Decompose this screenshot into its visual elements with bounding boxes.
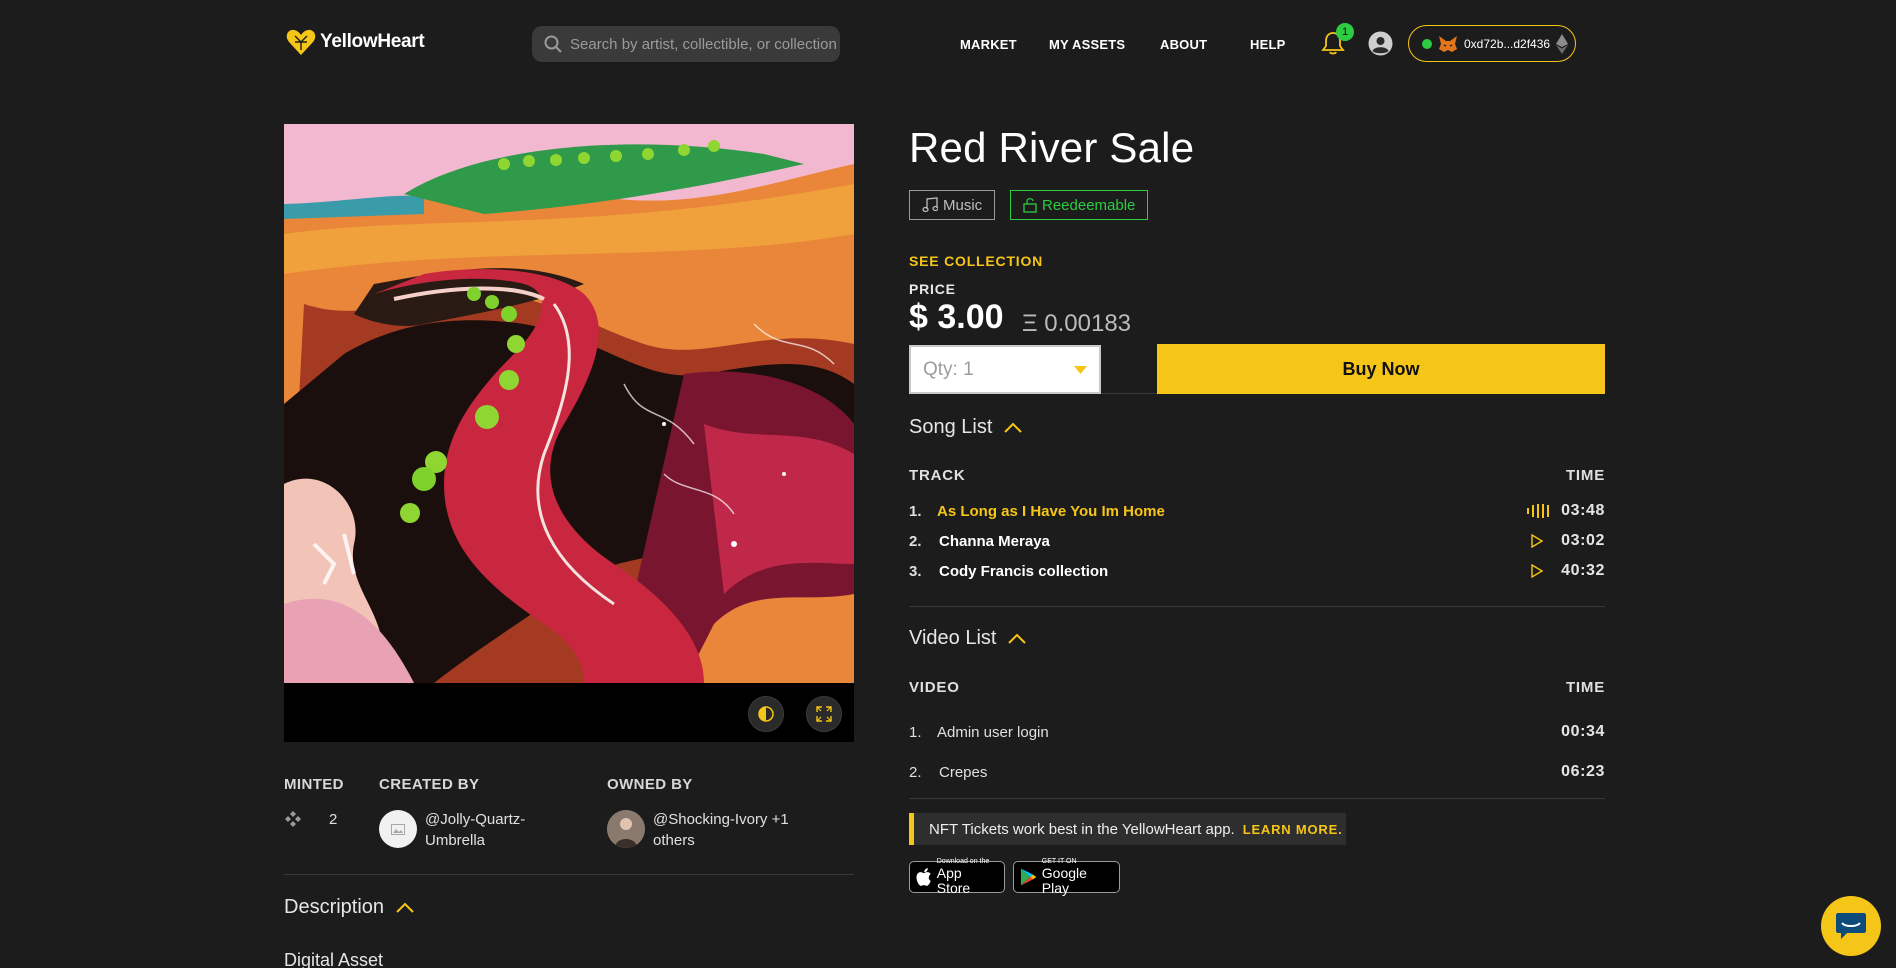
nav-help[interactable]: HELP [1250, 37, 1285, 52]
chat-bubble-icon [1836, 913, 1866, 939]
metamask-fox-icon [1439, 35, 1457, 52]
item-title: Red River Sale [909, 124, 1195, 171]
google-play-big-text: Google Play [1041, 865, 1087, 896]
owned-by-label: OWNED BY [607, 776, 693, 793]
banner-text: NFT Tickets work best in the YellowHeart… [929, 820, 1235, 838]
music-note-icon [922, 197, 938, 213]
creator-name[interactable]: @Jolly-Quartz-Umbrella [425, 809, 555, 851]
song-list-title: Song List [909, 416, 993, 438]
notification-badge: 1 [1336, 23, 1354, 41]
caret-down-icon [1074, 365, 1087, 374]
top-header: YellowHeart MARKET MY ASSETS ABOUT HELP … [0, 0, 1896, 88]
app-store-big-text: App Store [936, 865, 971, 896]
nav-about[interactable]: ABOUT [1160, 37, 1207, 52]
minted-count: 2 [329, 811, 338, 828]
description-toggle[interactable]: Description [284, 896, 414, 919]
video-time-column-header: TIME [1565, 679, 1605, 696]
expand-icon [816, 706, 832, 722]
description-text: Digital Asset [284, 950, 384, 968]
song-list-toggle[interactable]: Song List [909, 416, 1023, 439]
play-icon[interactable] [1530, 534, 1544, 548]
song-list-divider [909, 606, 1605, 607]
artwork-viewer [284, 124, 854, 742]
price-label: PRICE [909, 281, 956, 297]
created-by-label: CREATED BY [379, 776, 480, 793]
heart-logo-icon [286, 29, 316, 55]
tag-redeemable[interactable]: Reedeemable [1010, 190, 1149, 220]
nav-my-assets[interactable]: MY ASSETS [1049, 37, 1125, 52]
track-title-playing[interactable]: As Long as I Have You Im Home [937, 503, 1165, 520]
search-icon [544, 35, 562, 53]
track-number: 1. [909, 503, 922, 520]
video-duration: 00:34 [1561, 723, 1605, 740]
track-number: 3. [909, 563, 922, 580]
user-profile-icon[interactable] [1368, 31, 1393, 56]
see-collection-link[interactable]: SEE COLLECTION [909, 253, 1043, 269]
video-number: 2. [909, 764, 922, 781]
tag-music-label: Music [943, 196, 983, 214]
image-placeholder-icon [391, 823, 405, 835]
logo[interactable]: YellowHeart [286, 28, 425, 56]
tag-music[interactable]: Music [909, 190, 996, 220]
apple-icon [916, 867, 931, 886]
equalizer-icon[interactable] [1527, 504, 1553, 518]
minted-label: MINTED [284, 776, 344, 793]
price-usd: $ 3.00 [909, 298, 1004, 336]
track-title[interactable]: Cody Francis collection [939, 563, 1108, 580]
search-bar[interactable] [532, 26, 840, 62]
time-column-header: TIME [1565, 467, 1605, 484]
buy-now-button[interactable]: Buy Now [1157, 344, 1605, 394]
track-number: 2. [909, 533, 922, 550]
video-title[interactable]: Crepes [939, 764, 987, 781]
ethereum-icon [1556, 33, 1569, 54]
fullscreen-button[interactable] [806, 696, 842, 732]
creator-avatar[interactable] [379, 810, 417, 848]
app-promo-banner: NFT Tickets work best in the YellowHeart… [909, 813, 1346, 845]
chevron-up-icon [396, 902, 414, 913]
owner-avatar[interactable] [607, 810, 645, 848]
video-column-header: VIDEO [909, 679, 960, 696]
description-title: Description [284, 896, 385, 918]
video-list-divider [909, 798, 1605, 799]
video-list-toggle[interactable]: Video List [909, 627, 1027, 650]
chevron-up-icon [1004, 422, 1023, 433]
owner-name[interactable]: @Shocking-Ivory +1 others [653, 809, 803, 851]
wallet-address: 0xd72b...d2f436 [1464, 36, 1551, 51]
unlock-icon [1023, 198, 1037, 213]
price-eth: Ξ 0.00183 [1022, 310, 1132, 337]
track-title[interactable]: Channa Meraya [939, 533, 1050, 550]
wallet-button[interactable]: 0xd72b...d2f436 [1408, 25, 1576, 62]
qty-divider [1101, 393, 1157, 394]
track-column-header: TRACK [909, 467, 966, 484]
contrast-toggle-button[interactable] [748, 696, 784, 732]
quantity-select[interactable]: Qty: 1 [909, 345, 1101, 394]
video-list-title: Video List [909, 627, 997, 649]
tag-redeemable-label: Reedeemable [1042, 196, 1136, 214]
track-duration: 03:48 [1561, 502, 1605, 519]
search-input[interactable] [570, 35, 840, 53]
quantity-value: Qty: 1 [923, 358, 974, 380]
logo-text: YellowHeart [320, 31, 425, 52]
edition-icon [285, 811, 301, 827]
contrast-icon [758, 706, 774, 722]
meta-divider [284, 874, 854, 875]
app-store-button[interactable]: Download on the App Store [909, 858, 1005, 896]
google-play-icon [1020, 868, 1037, 886]
chat-support-button[interactable] [1821, 896, 1881, 956]
video-number: 1. [909, 724, 922, 741]
google-play-button[interactable]: GET IT ON Google Play [1013, 858, 1120, 896]
video-title[interactable]: Admin user login [937, 724, 1049, 741]
wallet-status-dot [1422, 38, 1432, 49]
track-duration: 03:02 [1561, 532, 1605, 549]
artwork-image[interactable] [284, 124, 854, 683]
nav-market[interactable]: MARKET [960, 37, 1017, 52]
track-duration: 40:32 [1561, 562, 1605, 579]
video-duration: 06:23 [1561, 763, 1605, 780]
learn-more-link[interactable]: LEARN MORE. [1243, 822, 1343, 837]
chevron-up-icon [1008, 633, 1027, 644]
play-icon[interactable] [1530, 564, 1544, 578]
